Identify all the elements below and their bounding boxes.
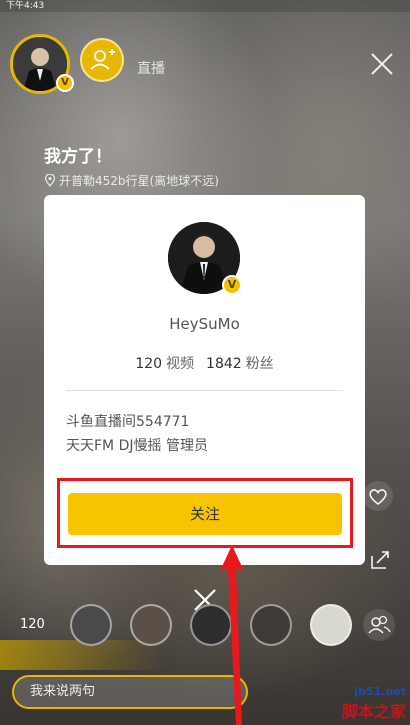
add-follow-button[interactable] xyxy=(80,38,124,82)
card-divider xyxy=(66,390,343,391)
annotation-arrow xyxy=(220,545,244,725)
watermark: jb51.net 脚本之家 xyxy=(330,685,406,722)
share-icon[interactable] xyxy=(364,544,396,576)
viewer-count: 120 xyxy=(20,617,45,632)
profile-verified-badge: V xyxy=(222,275,242,295)
viewers-icon[interactable] xyxy=(362,608,396,642)
videos-count: 120 xyxy=(135,356,163,372)
heart-icon[interactable] xyxy=(362,480,394,512)
fans-count: 1842 xyxy=(206,356,242,372)
add-user-icon xyxy=(90,49,115,70)
viewer-avatar[interactable] xyxy=(250,604,292,646)
stream-location: 开普勒452b行星(离地球不远) xyxy=(44,172,219,189)
viewer-avatar[interactable] xyxy=(70,604,112,646)
watermark-name: 脚本之家 xyxy=(341,702,406,721)
host-verified-badge: V xyxy=(56,74,74,92)
profile-info-role: 天天FM DJ慢摇 管理员 xyxy=(66,438,208,454)
profile-username: HeySuMo xyxy=(169,315,240,333)
location-text: 开普勒452b行星(离地球不远) xyxy=(59,174,219,188)
watermark-url: jb51.net xyxy=(354,685,406,698)
viewer-avatar[interactable] xyxy=(310,604,352,646)
stream-title: 我方了！ xyxy=(44,147,112,167)
close-icon[interactable] xyxy=(368,50,396,78)
profile-stats: 120 视频 1842 粉丝 xyxy=(44,353,365,373)
fans-label: 粉丝 xyxy=(245,356,274,372)
videos-label: 视频 xyxy=(166,356,195,372)
status-time: 下午4:43 xyxy=(6,1,45,11)
viewer-avatar[interactable] xyxy=(130,604,172,646)
location-pin-icon xyxy=(44,173,56,187)
status-bar: 下午4:43 xyxy=(0,0,410,12)
highlight-box xyxy=(57,478,353,548)
host-tag: 直播 xyxy=(137,61,165,77)
profile-info-room: 斗鱼直播间554771 xyxy=(66,414,190,430)
